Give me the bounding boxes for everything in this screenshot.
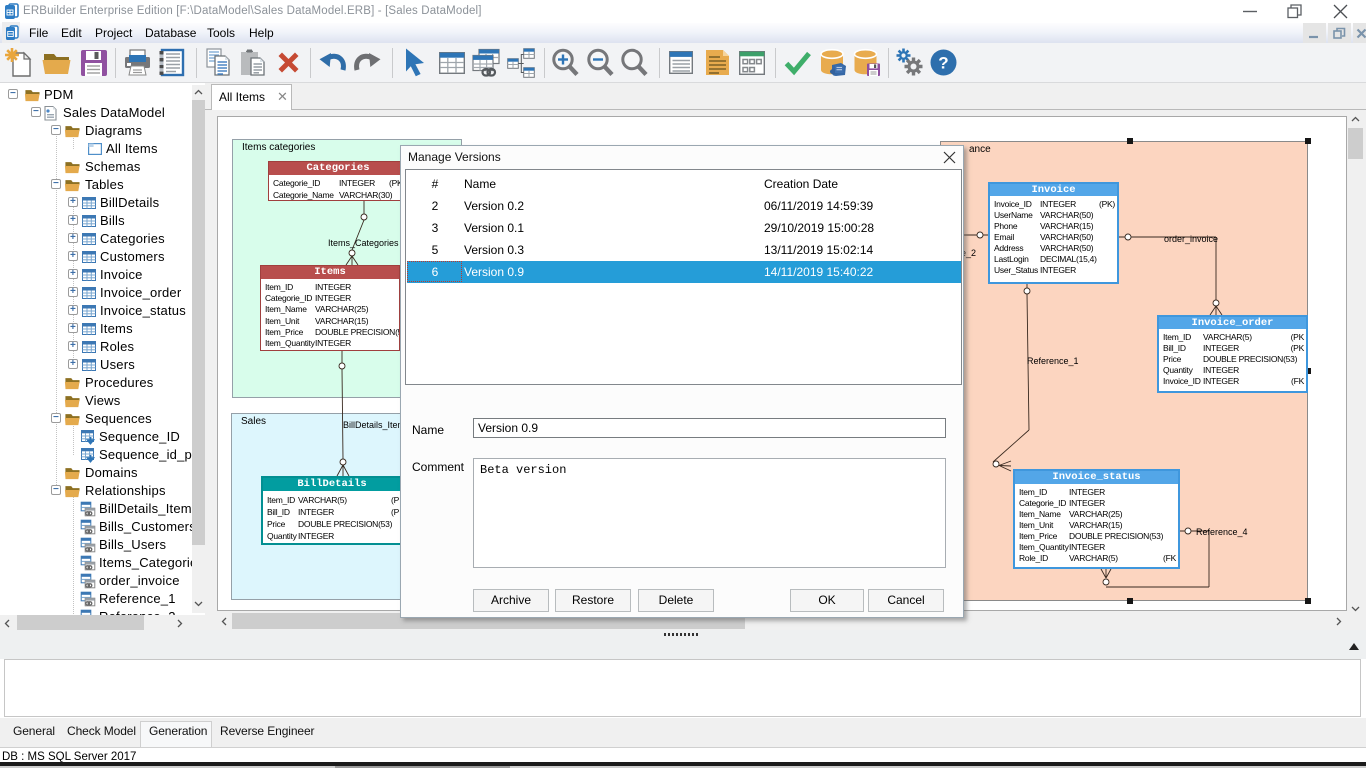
svg-text:?: ?: [938, 54, 948, 73]
